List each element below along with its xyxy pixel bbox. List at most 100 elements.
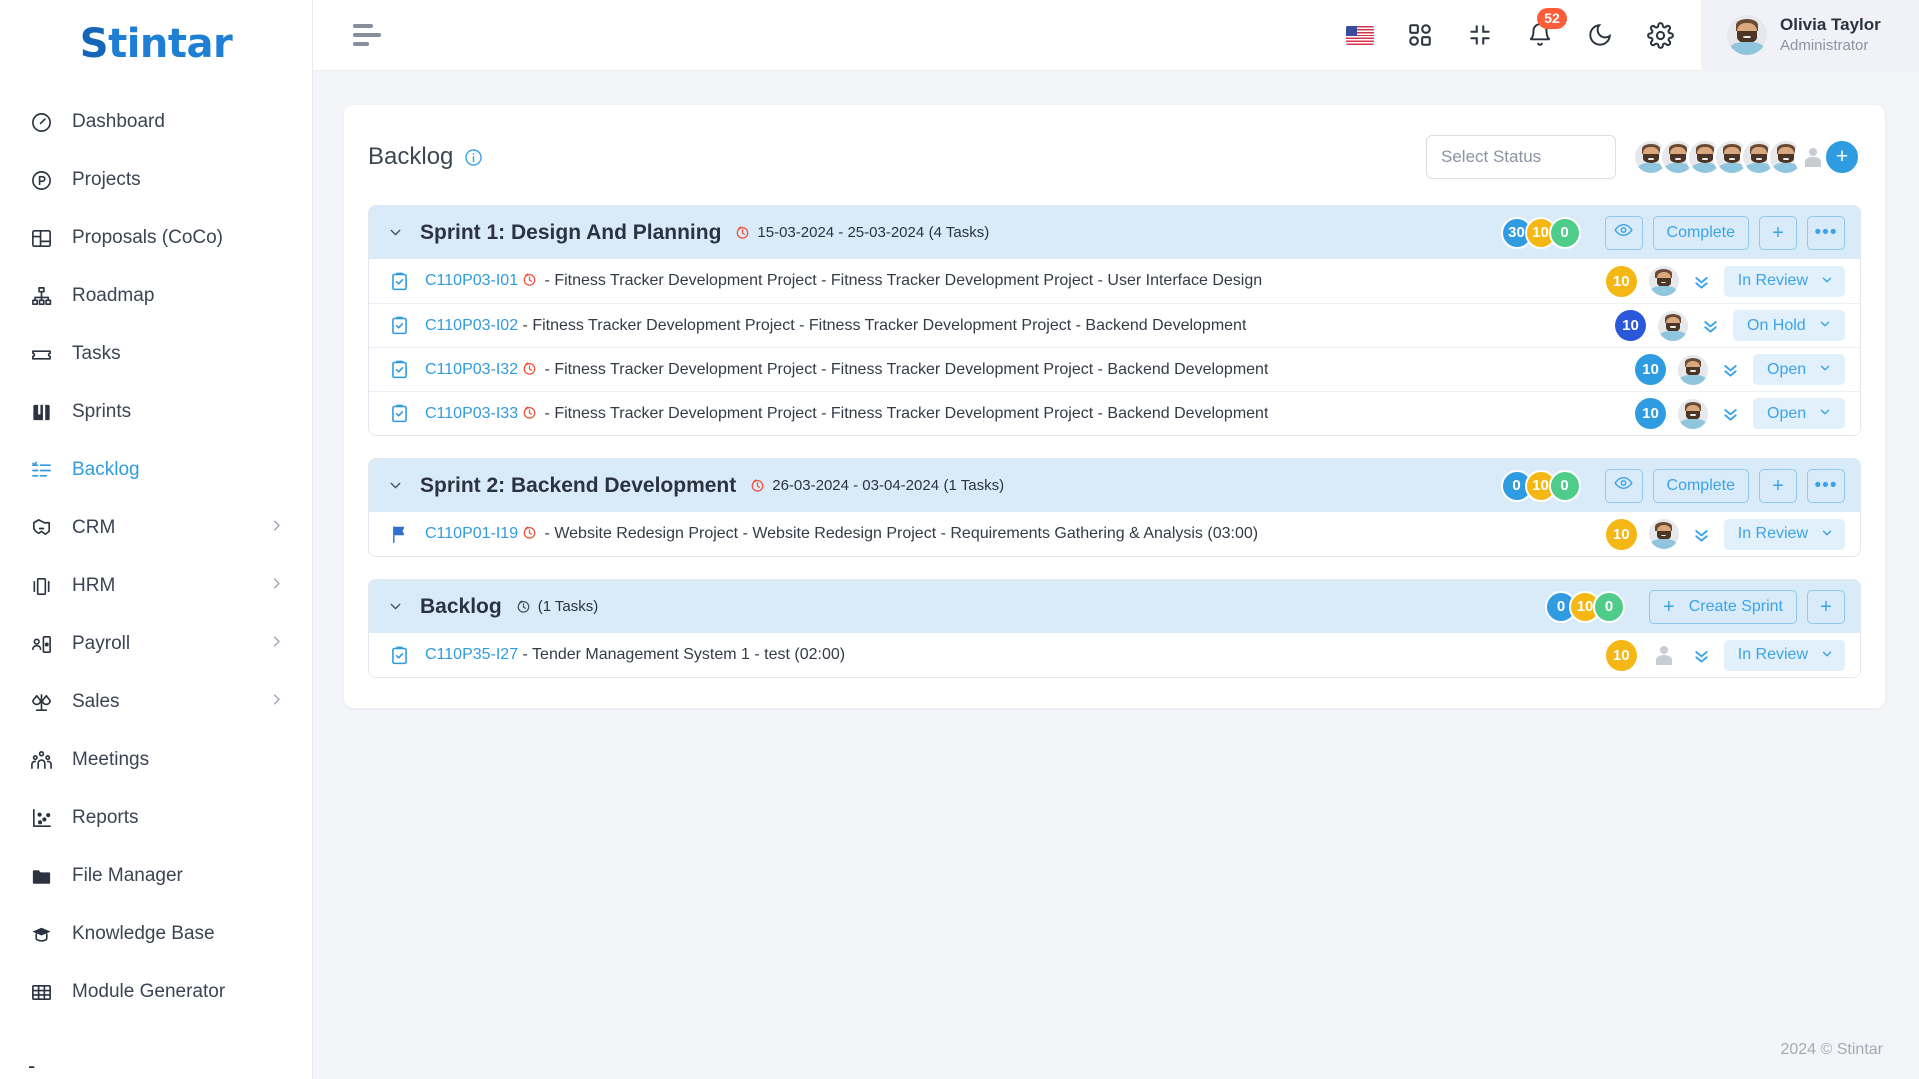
- bell-icon[interactable]: 52: [1525, 8, 1567, 50]
- watch-sprint-button[interactable]: [1604, 468, 1643, 503]
- task-key[interactable]: C110P03-I02: [425, 317, 518, 334]
- button-label: Complete: [1666, 476, 1735, 494]
- sidebar-item-crm[interactable]: CRM: [0, 499, 312, 557]
- sidebar-item-hrm[interactable]: HRM: [0, 557, 312, 615]
- sprint-dates: 26-03-2024 - 03-04-2024: [772, 477, 940, 494]
- user-role: Administrator: [1780, 37, 1869, 54]
- add-task-button[interactable]: +: [1759, 468, 1797, 503]
- layout-icon: [28, 225, 54, 251]
- info-circle-icon[interactable]: [464, 148, 483, 167]
- task-assignee-avatar[interactable]: [1658, 310, 1688, 341]
- chevron-double-down-icon[interactable]: [1720, 359, 1741, 380]
- compress-icon[interactable]: [1465, 20, 1495, 50]
- create-sprint-button[interactable]: + Create Sprint: [1649, 589, 1797, 624]
- add-backlog-task-button[interactable]: +: [1807, 589, 1845, 624]
- plus-icon: +: [1663, 595, 1675, 618]
- hierarchy-icon: [28, 283, 54, 309]
- chevron-double-down-icon[interactable]: [1691, 271, 1712, 292]
- sidebar-item-sprints[interactable]: Sprints: [0, 383, 312, 441]
- collapse-toggle-icon[interactable]: [387, 598, 404, 615]
- sidebar-item-projects[interactable]: Projects: [0, 151, 312, 209]
- task-assignee-avatar[interactable]: [1678, 398, 1708, 429]
- sidebar-item-meetings[interactable]: Meetings: [0, 731, 312, 789]
- sprint-task-count: (1 Tasks): [943, 477, 1005, 494]
- brand-logo[interactable]: Stintar: [0, 0, 312, 87]
- member-avatar-stack: +: [1632, 138, 1861, 176]
- task-assignee-avatar[interactable]: [1648, 266, 1679, 296]
- task-row[interactable]: C110P03-I33 - Fitness Tracker Developmen…: [369, 391, 1860, 435]
- task-assignee-placeholder[interactable]: [1648, 640, 1679, 670]
- task-hours-badge: 10: [1605, 518, 1637, 550]
- chevron-right-icon: [269, 692, 284, 712]
- task-status-dropdown[interactable]: In Review: [1723, 265, 1845, 297]
- sidebar-item-label: Meetings: [72, 749, 150, 770]
- sidebar-item-tasks[interactable]: Tasks: [0, 325, 312, 383]
- sidebar-item-sales[interactable]: Sales: [0, 673, 312, 731]
- task-row[interactable]: C110P03-I32 - Fitness Tracker Developmen…: [369, 347, 1860, 391]
- status-filter-select[interactable]: Select Status: [1426, 135, 1616, 179]
- task-key[interactable]: C110P01-I19: [425, 525, 518, 542]
- task-status-dropdown[interactable]: On Hold: [1733, 310, 1845, 341]
- task-key[interactable]: C110P03-I01: [425, 272, 518, 289]
- add-member-button[interactable]: +: [1823, 138, 1861, 176]
- button-label: Complete: [1666, 223, 1735, 241]
- sprint-groups: Sprint 1: Design And Planning 15-03-2024 …: [368, 205, 1861, 678]
- sidebar-item-proposals-coco[interactable]: Proposals (CoCo): [0, 209, 312, 267]
- add-task-button[interactable]: +: [1759, 215, 1797, 250]
- user-info: Olivia Taylor Administrator: [1780, 14, 1881, 56]
- user-profile-menu[interactable]: Olivia Taylor Administrator: [1701, 0, 1919, 71]
- chevron-down-icon: [1820, 273, 1834, 290]
- grid-apps-icon[interactable]: [1405, 20, 1435, 50]
- gear-icon[interactable]: [1645, 20, 1675, 50]
- user-name: Olivia Taylor: [1780, 15, 1881, 34]
- task-assignee-avatar[interactable]: [1678, 354, 1708, 385]
- sidebar-item-reports[interactable]: Reports: [0, 789, 312, 847]
- task-status-dropdown[interactable]: Open: [1753, 398, 1845, 429]
- task-key[interactable]: C110P03-I33: [425, 405, 518, 422]
- complete-sprint-button[interactable]: Complete: [1652, 468, 1749, 503]
- task-key[interactable]: C110P35-I27: [425, 646, 518, 663]
- moon-icon[interactable]: [1585, 20, 1615, 50]
- task-key[interactable]: C110P03-I32: [425, 361, 518, 378]
- task-status-label: Open: [1767, 360, 1807, 378]
- chevron-down-icon: [1818, 361, 1832, 378]
- sidebar-item-backlog[interactable]: Backlog: [0, 441, 312, 499]
- task-row[interactable]: C110P03-I02 - Fitness Tracker Developmen…: [369, 303, 1860, 347]
- sidebar-item-roadmap[interactable]: Roadmap: [0, 267, 312, 325]
- task-status-dropdown[interactable]: In Review: [1723, 518, 1845, 550]
- sidebar-item-module-generator[interactable]: Module Generator: [0, 963, 312, 1021]
- sidebar-item-dashboard[interactable]: Dashboard: [0, 93, 312, 151]
- sprint-more-button[interactable]: •••: [1807, 468, 1845, 503]
- task-row[interactable]: C110P03-I01 - Fitness Tracker Developmen…: [369, 259, 1860, 303]
- chevron-down-icon: [1820, 647, 1834, 664]
- task-hours-badge: 10: [1615, 310, 1646, 341]
- task-row[interactable]: C110P35-I27 - Tender Management System 1…: [369, 633, 1860, 677]
- backlog-card: Backlog Select Status + Sprint 1: Design…: [344, 105, 1885, 708]
- task-assignee-avatar[interactable]: [1648, 519, 1679, 549]
- hamburger-icon[interactable]: [353, 24, 383, 46]
- sidebar-trailing: -: [28, 1053, 36, 1078]
- us-flag-icon[interactable]: [1345, 20, 1375, 50]
- chevron-double-down-icon[interactable]: [1720, 403, 1741, 424]
- watch-sprint-button[interactable]: [1604, 215, 1643, 250]
- task-status-dropdown[interactable]: Open: [1753, 354, 1845, 385]
- sprint-task-count: (4 Tasks): [928, 224, 990, 241]
- sidebar-item-label: HRM: [72, 575, 116, 596]
- folder-icon: [28, 863, 54, 889]
- copyright-text: 2024 © Stintar: [1780, 1041, 1883, 1058]
- chevron-double-down-icon[interactable]: [1691, 645, 1712, 666]
- task-status-dropdown[interactable]: In Review: [1723, 639, 1845, 671]
- sidebar-item-file-manager[interactable]: File Manager: [0, 847, 312, 905]
- sidebar-item-payroll[interactable]: Payroll: [0, 615, 312, 673]
- sprint-more-button[interactable]: •••: [1807, 215, 1845, 250]
- sidebar-nav: Dashboard Projects Proposals (CoCo) Roadmap…: [0, 87, 312, 1053]
- task-row[interactable]: C110P01-I19 - Website Redesign Project -…: [369, 512, 1860, 556]
- collapse-toggle-icon[interactable]: [387, 224, 404, 241]
- chevron-double-down-icon[interactable]: [1700, 315, 1721, 336]
- chevron-double-down-icon[interactable]: [1691, 524, 1712, 545]
- complete-sprint-button[interactable]: Complete: [1652, 215, 1749, 250]
- collapse-toggle-icon[interactable]: [387, 477, 404, 494]
- sidebar-item-knowledge-base[interactable]: Knowledge Base: [0, 905, 312, 963]
- clipboard-check-icon: [387, 271, 411, 292]
- task-description: - Fitness Tracker Development Project - …: [540, 272, 1263, 289]
